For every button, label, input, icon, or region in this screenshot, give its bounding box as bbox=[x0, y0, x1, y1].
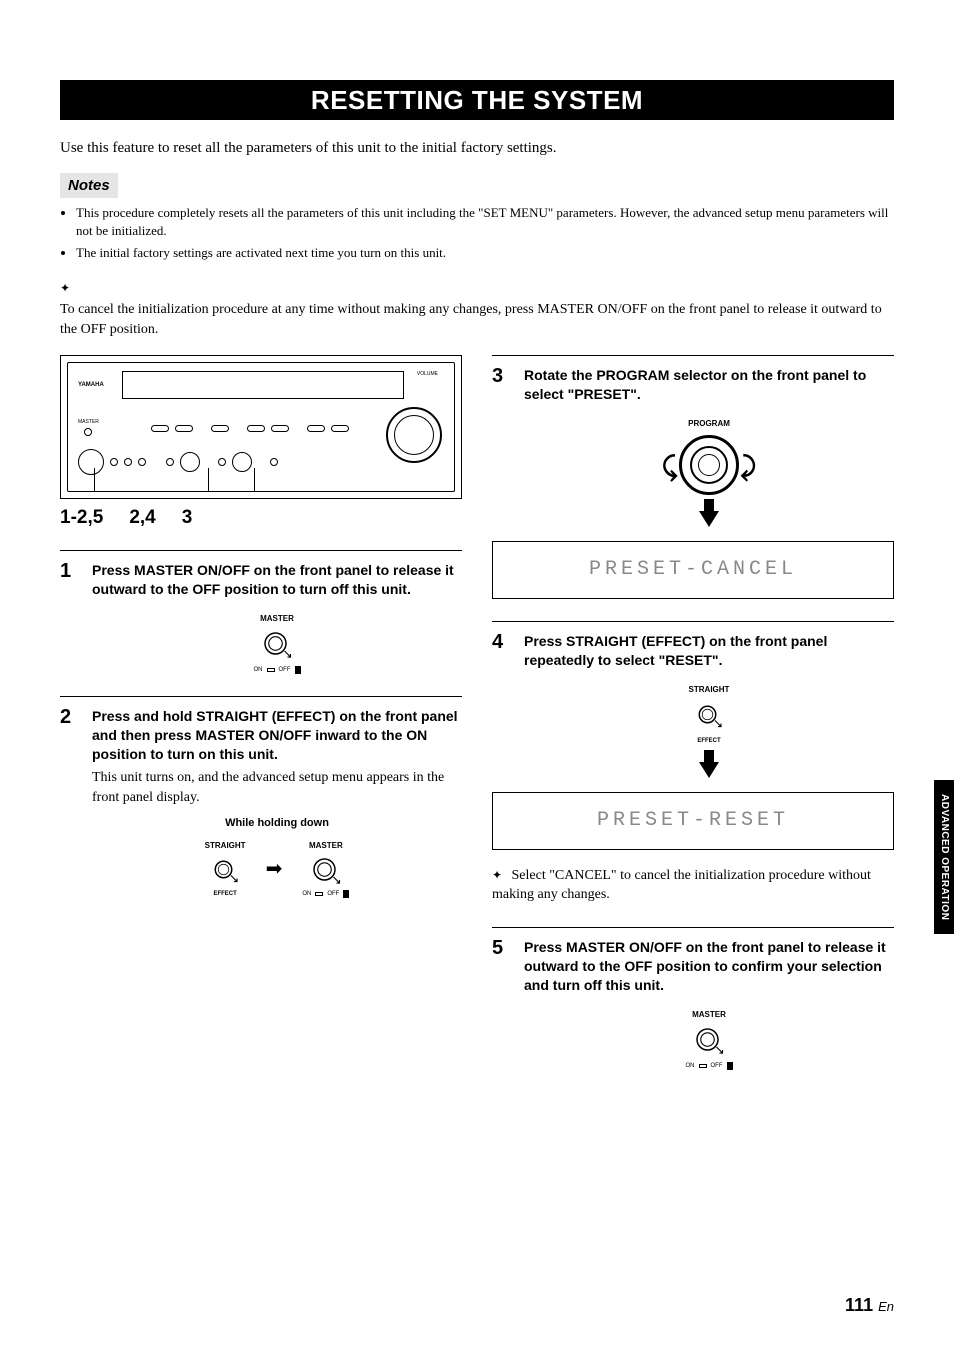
straight-button-icon bbox=[694, 701, 724, 731]
down-arrow-icon bbox=[699, 511, 719, 527]
note-item: This procedure completely resets all the… bbox=[76, 204, 894, 240]
step-number: 5 bbox=[492, 938, 512, 958]
master-knob-icon bbox=[694, 1026, 724, 1056]
step-title: Press and hold STRAIGHT (EFFECT) on the … bbox=[92, 707, 462, 764]
volume-label: VOLUME bbox=[417, 371, 438, 378]
master-knob-icon bbox=[262, 630, 292, 660]
intro-text: Use this feature to reset all the parame… bbox=[60, 138, 894, 159]
left-column: YAMAHA VOLUME MASTER bbox=[60, 355, 462, 1092]
manual-page: RESETTING THE SYSTEM Use this feature to… bbox=[0, 0, 954, 1348]
phones-jack-icon bbox=[78, 449, 104, 475]
straight-label: STRAIGHT bbox=[205, 840, 246, 851]
right-column: 3 Rotate the PROGRAM selector on the fro… bbox=[492, 355, 894, 1092]
step-title: Rotate the PROGRAM selector on the front… bbox=[524, 366, 894, 404]
lcd-display: PRESET-RESET bbox=[492, 792, 894, 850]
note-item: The initial factory settings are activat… bbox=[76, 244, 894, 262]
step-title: Press STRAIGHT (EFFECT) on the front pan… bbox=[524, 632, 894, 670]
on-off-label: ONOFF bbox=[254, 666, 301, 674]
program-label: PROGRAM bbox=[688, 418, 730, 429]
step-desc: This unit turns on, and the advanced set… bbox=[92, 768, 462, 807]
master-label: MASTER bbox=[260, 613, 294, 624]
volume-knob-icon bbox=[386, 407, 442, 463]
right-arrow-icon: ➡ bbox=[266, 855, 283, 883]
device-brand: YAMAHA bbox=[78, 381, 104, 389]
program-dial-icon: ⤹ ⤸ bbox=[664, 435, 754, 495]
callout: 2,4 bbox=[129, 505, 155, 532]
step-title: Press MASTER ON/OFF on the front panel t… bbox=[524, 938, 894, 995]
callout: 3 bbox=[182, 505, 193, 532]
step-number: 2 bbox=[60, 707, 80, 727]
tip-icon bbox=[60, 279, 76, 291]
master-label: MASTER bbox=[692, 1009, 726, 1020]
effect-label: EFFECT bbox=[697, 737, 720, 745]
step4-tip: Select "CANCEL" to cancel the initializa… bbox=[492, 868, 871, 903]
effect-label: EFFECT bbox=[213, 890, 236, 898]
tip-icon bbox=[492, 866, 508, 878]
master-knob-icon bbox=[311, 856, 341, 886]
step-5: 5 Press MASTER ON/OFF on the front panel… bbox=[492, 927, 894, 1070]
device-display bbox=[122, 371, 404, 399]
master-label: MASTER bbox=[309, 840, 343, 851]
notes-label: Notes bbox=[60, 173, 118, 198]
on-off-label: ONOFF bbox=[302, 890, 349, 898]
down-arrow-icon bbox=[699, 762, 719, 778]
step2-illustration: STRAIGHT EFFECT ➡ MASTER bbox=[92, 840, 462, 898]
step-3: 3 Rotate the PROGRAM selector on the fro… bbox=[492, 355, 894, 599]
step5-illustration: MASTER ONOFF bbox=[524, 1009, 894, 1071]
step-number: 1 bbox=[60, 561, 80, 581]
notes-list: This procedure completely resets all the… bbox=[60, 204, 894, 263]
step-1: 1 Press MASTER ON/OFF on the front panel… bbox=[60, 550, 462, 674]
callout-line bbox=[254, 468, 255, 492]
title-bar: RESETTING THE SYSTEM bbox=[60, 80, 894, 120]
callout: 1-2,5 bbox=[60, 505, 103, 532]
on-off-label: ONOFF bbox=[686, 1062, 733, 1070]
step3-illustration: PROGRAM ⤹ ⤸ bbox=[524, 418, 894, 527]
page-number: 111 En bbox=[845, 1293, 894, 1318]
while-holding-label: While holding down bbox=[92, 817, 462, 830]
precancel-tip: To cancel the initialization procedure a… bbox=[60, 300, 894, 339]
straight-button-icon bbox=[210, 856, 240, 886]
program-knob-icon bbox=[180, 452, 200, 472]
step1-illustration: MASTER ONOFF bbox=[92, 613, 462, 675]
device-front-panel: YAMAHA VOLUME MASTER bbox=[67, 362, 455, 492]
step-2: 2 Press and hold STRAIGHT (EFFECT) on th… bbox=[60, 696, 462, 898]
page-title: RESETTING THE SYSTEM bbox=[311, 82, 643, 118]
step-number: 4 bbox=[492, 632, 512, 652]
callout-line bbox=[208, 468, 209, 492]
callout-line bbox=[94, 468, 95, 492]
step-number: 3 bbox=[492, 366, 512, 386]
straight-label: STRAIGHT bbox=[689, 684, 730, 695]
device-illustration: YAMAHA VOLUME MASTER bbox=[60, 355, 462, 499]
section-tab: ADVANCED OPERATION bbox=[934, 780, 954, 934]
step-title: Press MASTER ON/OFF on the front panel t… bbox=[92, 561, 462, 599]
device-callouts: 1-2,5 2,4 3 bbox=[60, 505, 462, 532]
step4-illustration: STRAIGHT EFFECT bbox=[524, 684, 894, 778]
lcd-display: PRESET-CANCEL bbox=[492, 541, 894, 599]
step-4: 4 Press STRAIGHT (EFFECT) on the front p… bbox=[492, 621, 894, 905]
content-columns: YAMAHA VOLUME MASTER bbox=[60, 355, 894, 1092]
